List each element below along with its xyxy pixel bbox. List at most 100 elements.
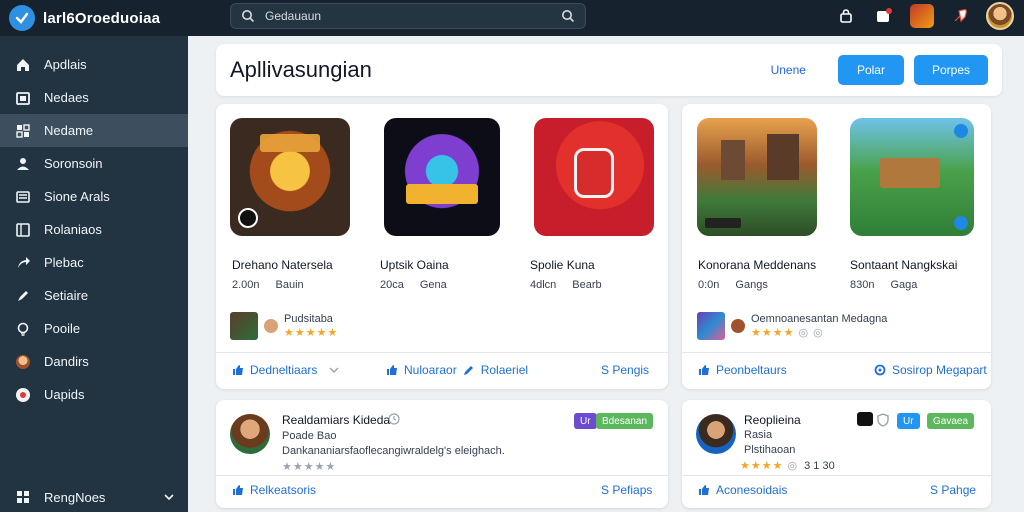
grid-small-icon — [14, 488, 32, 506]
app-name-1[interactable]: Drehano Natersela — [232, 258, 333, 272]
sidebar-item-label: Dandirs — [44, 354, 89, 369]
sidebar-item-label: Rolaniaos — [44, 222, 102, 237]
app-tag: Bearb — [572, 279, 602, 291]
sidebar-item-uapids[interactable]: Uapids — [0, 378, 188, 411]
search-submit-icon[interactable] — [561, 9, 575, 23]
sidebar-item-plebac[interactable]: Plebac — [0, 246, 188, 279]
header-actions: Unene Polar Porpes — [749, 55, 988, 85]
footer-link-pages[interactable]: S Pefiaps — [601, 483, 652, 497]
user-avatar[interactable] — [986, 2, 1014, 30]
sidebar-item-apps[interactable]: Apdlais — [0, 48, 188, 81]
footer-link-2[interactable]: Nuloaraor Rolaeriel — [386, 363, 528, 377]
page-header: Apllivasungian Unene Polar Porpes — [216, 44, 1002, 96]
thumbs-up-icon — [699, 365, 709, 375]
app-meta-5: 830n Gaga — [850, 279, 917, 291]
thumbs-up-icon — [233, 365, 243, 375]
search-input[interactable]: Gedauaun — [265, 9, 551, 23]
game-avatar-icon[interactable] — [910, 4, 934, 28]
brand-logo-icon — [9, 5, 35, 31]
developer-card-1: Realdamiars Kideda Poade Bao Dankananiar… — [216, 400, 668, 508]
sidebar-item-label: Nedaes — [44, 90, 89, 105]
sidebar-item-setiaire[interactable]: Setiaire — [0, 279, 188, 312]
app-size: 4dlcn — [530, 279, 557, 291]
notification-icon[interactable] — [872, 4, 896, 28]
sidebar-item-nedaes[interactable]: Nedaes — [0, 81, 188, 114]
brand[interactable]: larl6Oroeduoiaa — [0, 5, 220, 31]
app-icon-1[interactable] — [230, 118, 350, 236]
app-size: 2.00n — [232, 279, 260, 291]
app-tag: Gaga — [890, 279, 918, 291]
gamepad-icon — [857, 412, 873, 426]
card-divider — [682, 475, 991, 476]
app-name-3[interactable]: Spolie Kuna — [530, 258, 595, 272]
app-icon-5[interactable] — [850, 118, 974, 236]
footer-link-label: Relkeatsoris — [250, 483, 317, 497]
developer-name[interactable]: Realdamiars Kideda — [282, 413, 390, 427]
app-name-2[interactable]: Uptsik Oaina — [380, 258, 449, 272]
developer-avatar[interactable] — [696, 414, 736, 454]
app-meta-3: 4dlcn Bearb — [530, 279, 602, 291]
app-tag: Gena — [419, 279, 447, 291]
footer-link-pages[interactable]: S Pengis — [601, 363, 649, 377]
search-bar[interactable]: Gedauaun — [230, 3, 586, 29]
developer-location: Plstihaoan — [744, 444, 796, 456]
rating-text: 3 1 30 — [804, 459, 835, 472]
sidebar-item-label: Nedame — [44, 123, 94, 138]
sidebar-item-pooile[interactable]: Pooile — [0, 312, 188, 345]
developer-name[interactable]: Reoplieina — [744, 413, 801, 427]
app-icon-2[interactable] — [384, 118, 500, 236]
rocket-icon[interactable] — [948, 4, 972, 28]
sidebar-item-label: Sione Arals — [44, 189, 110, 204]
app-name-4[interactable]: Konorana Meddenans — [698, 258, 816, 272]
app-icon-3[interactable] — [534, 118, 654, 236]
footer-link-1[interactable]: Aconesoidais — [698, 483, 787, 497]
review-text: Oemnoanesantan Medagna — [751, 313, 888, 325]
sidebar-item-dandirs[interactable]: Dandirs — [0, 345, 188, 378]
rating-stars: ★★★★ ◎ — [740, 460, 799, 472]
sidebar-footer-label: RengNoes — [44, 489, 106, 505]
search-icon — [242, 10, 255, 23]
sidebar-item-label: Uapids — [44, 387, 85, 402]
badge-2: Bdesanan — [596, 413, 654, 429]
review-row: Pudsitaba ★★★★★ — [230, 312, 338, 340]
sidebar-item-rolaniaos[interactable]: Rolaniaos — [0, 213, 188, 246]
rating-stars: ★★★★ ◎ ◎ — [751, 327, 824, 339]
rating-row: ★★★★ ◎ 3 1 30 — [740, 459, 835, 473]
sidebar-item-sione-arals[interactable]: Sione Arals — [0, 180, 188, 213]
sidebar-item-label: Plebac — [44, 255, 84, 270]
app-meta-1: 2.00n Bauin — [232, 279, 304, 291]
app-size: 20ca — [380, 279, 404, 291]
developer-subtitle: Rasia — [744, 429, 773, 441]
badge-2: Gavaea — [927, 413, 975, 429]
app-tag: Bauin — [275, 279, 304, 291]
primary-button-2[interactable]: Porpes — [913, 55, 988, 85]
sidebar-item-label: Pooile — [44, 321, 81, 336]
app-meta-4: 0:0n Gangs — [698, 279, 768, 291]
sidebar-footer[interactable]: RengNoes — [0, 482, 188, 512]
footer-link-1[interactable]: Peonbeltaurs — [698, 363, 787, 377]
footer-link-2[interactable]: Sosirop Megapart — [874, 363, 987, 377]
sidebar-item-soronsoin[interactable]: Soronsoin — [0, 147, 188, 180]
footer-link-pages[interactable]: S Pahge — [930, 483, 976, 497]
footer-link-1[interactable]: Dedneltiaars — [232, 363, 339, 377]
pencil-icon — [463, 366, 473, 375]
sidebar-item-nedame[interactable]: Nedame — [0, 114, 188, 147]
app-name-5[interactable]: Sontaant Nangkskai — [850, 258, 957, 272]
primary-button-1[interactable]: Polar — [837, 55, 904, 85]
footer-link-label: Nuloaraor — [404, 363, 457, 377]
app-icon-4[interactable] — [697, 118, 817, 236]
app-card-group-2: Konorana Meddenans Sontaant Nangkskai 0:… — [682, 104, 991, 389]
badge-1: Ur — [574, 413, 597, 429]
sidebar-nav: Apdlais Nedaes Nedame Soronsoin Sione Ar… — [0, 36, 188, 411]
footer-link-1[interactable]: Relkeatsoris — [232, 483, 316, 497]
badge-1: Ur — [897, 413, 920, 429]
reviewer-avatar — [264, 319, 278, 333]
lock-icon[interactable] — [834, 4, 858, 28]
review-row: Oemnoanesantan Medagna ★★★★ ◎ ◎ — [697, 312, 887, 340]
pen-icon — [14, 287, 32, 305]
chevron-down-icon[interactable] — [164, 490, 174, 505]
shield-icon — [877, 413, 889, 430]
rating-stars: ★★★★★ — [282, 461, 337, 473]
developer-avatar[interactable] — [230, 414, 270, 454]
header-link-button[interactable]: Unene — [749, 63, 828, 77]
